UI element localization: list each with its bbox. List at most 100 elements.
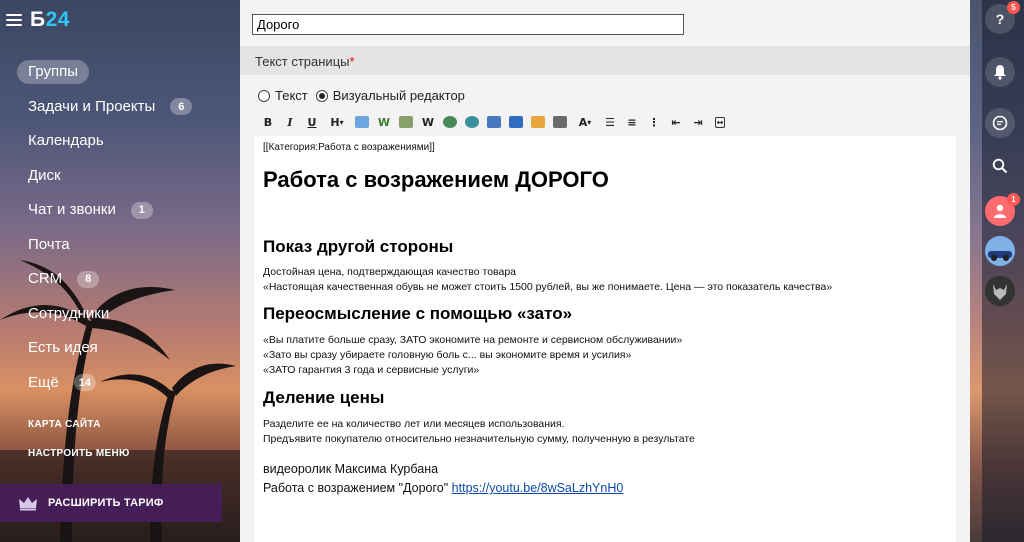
picture-button[interactable]: [506, 112, 526, 132]
table-icon: [399, 116, 413, 128]
page-text-label: Текст страницы: [255, 54, 350, 69]
nav-label: Чат и звонки: [28, 201, 116, 219]
youtube-link[interactable]: https://youtu.be/8wSaLzhYnH0: [452, 481, 624, 495]
nav-item-more[interactable]: Ещё 14: [17, 366, 217, 401]
page-title-input[interactable]: [252, 14, 684, 35]
main-scrollbar[interactable]: [970, 0, 982, 542]
contact-avatar-wolf[interactable]: [985, 276, 1015, 306]
video-line: Работа с возражением "Дорого" https://yo…: [263, 479, 947, 498]
help-icon: ?: [995, 11, 1005, 27]
text-size-button[interactable]: A ▾: [572, 112, 598, 132]
image-button[interactable]: [440, 112, 460, 132]
crown-icon: [19, 497, 37, 511]
section-title-price-split: Деление цены: [263, 388, 385, 407]
user-avatar-button[interactable]: 1: [985, 193, 1020, 226]
paragraph: «Зато вы сразу убираете головную боль с.…: [263, 349, 632, 361]
tasks-counter-badge: 6: [170, 98, 193, 116]
subscript-button[interactable]: W: [418, 112, 438, 132]
heading-dropdown[interactable]: H ▾: [324, 112, 350, 132]
logo-row: Б24: [6, 8, 70, 32]
nav-label: Календарь: [28, 132, 104, 150]
link-icon: [355, 116, 369, 128]
nav-item-tasks[interactable]: Задачи и Проекты 6: [17, 90, 217, 125]
article-title: Работа с возражением ДОРОГО: [263, 167, 609, 192]
sitemap-link[interactable]: КАРТА САЙТА: [28, 419, 101, 430]
text-size-label: A: [578, 115, 588, 129]
section-title-other-side: Показ другой стороны: [263, 237, 454, 256]
required-mark: *: [349, 54, 355, 69]
bullet-list-button[interactable]: ⋮: [644, 112, 664, 132]
nav-item-employees[interactable]: Сотрудники: [17, 297, 217, 332]
visual-editor-area[interactable]: [[Категория:Работа с возражениями]] Рабо…: [254, 136, 956, 542]
help-button[interactable]: ? 5: [985, 1, 1020, 34]
italic-button[interactable]: I: [280, 112, 300, 132]
nav-label: Почта: [28, 235, 70, 253]
bold-button[interactable]: B: [258, 112, 278, 132]
video-button[interactable]: [462, 112, 482, 132]
bell-icon: [994, 65, 1006, 80]
section-title-zato: Переосмысление с помощью «зато»: [263, 304, 573, 323]
file-button[interactable]: [484, 112, 504, 132]
video-caption: видеоролик Максима Курбана: [263, 462, 439, 476]
radio-icon: [258, 89, 270, 102]
indent-button[interactable]: ⇥: [688, 112, 708, 132]
picture-icon: [509, 116, 523, 128]
outdent-button[interactable]: ⇤: [666, 112, 686, 132]
heading-label: H: [330, 115, 340, 129]
nav-item-calendar[interactable]: Календарь: [17, 124, 217, 159]
frame-button[interactable]: [528, 112, 548, 132]
car-avatar-icon: [985, 236, 1015, 266]
source-code-button[interactable]: ↔: [710, 112, 730, 132]
wolf-avatar-icon: [985, 276, 1015, 306]
contact-avatar-car[interactable]: [985, 236, 1015, 266]
text-size-arrow-icon: ▾: [587, 117, 592, 127]
configure-menu-link[interactable]: НАСТРОИТЬ МЕНЮ: [28, 448, 130, 459]
nav-item-mail[interactable]: Почта: [17, 228, 217, 263]
wiki-link-button[interactable]: [352, 112, 372, 132]
paragraph: «Настоящая качественная обувь не может с…: [263, 281, 833, 293]
mode-visual-radio[interactable]: Визуальный редактор: [315, 88, 465, 103]
user-badge: 1: [1007, 193, 1020, 206]
bitrix24-logo[interactable]: Б24: [30, 8, 70, 32]
messenger-button[interactable]: [985, 108, 1015, 138]
nav-label: Ещё: [28, 373, 59, 391]
nav-item-disk[interactable]: Диск: [17, 159, 217, 194]
user-icon: [994, 204, 1006, 218]
search-button[interactable]: [985, 151, 1015, 181]
table-button[interactable]: [396, 112, 416, 132]
paint-button[interactable]: [550, 112, 570, 132]
mode-text-label: Текст: [275, 88, 308, 103]
nav-label: CRM: [28, 270, 63, 288]
mode-text-radio[interactable]: Текст: [258, 88, 308, 103]
upgrade-plan-button[interactable]: РАСШИРИТЬ ТАРИФ: [0, 484, 222, 522]
editor-mode-switch: Текст Визуальный редактор: [258, 88, 465, 103]
file-icon: [487, 116, 501, 128]
page-edit-panel: Текст страницы* Текст Визуальный редакто…: [240, 0, 970, 542]
paragraph: Достойная цена, подтверждающая качество …: [263, 266, 517, 278]
underline-button[interactable]: U: [302, 112, 322, 132]
image-icon: [443, 116, 457, 128]
paragraph: «Вы платите больше сразу, ЗАТО экономите…: [263, 334, 683, 346]
nav-label: Сотрудники: [28, 304, 110, 322]
wiki-markup-button[interactable]: W: [374, 112, 394, 132]
align-button[interactable]: ☰: [600, 112, 620, 132]
hamburger-menu-icon[interactable]: [6, 14, 22, 26]
nav-item-idea[interactable]: Есть идея: [17, 331, 217, 366]
paint-icon: [553, 116, 567, 128]
paragraph: Предъявите покупателю относительно незна…: [263, 433, 695, 445]
nav-item-chat[interactable]: Чат и звонки 1: [17, 193, 217, 228]
upgrade-plan-label: РАСШИРИТЬ ТАРИФ: [48, 497, 164, 509]
help-badge: 5: [1007, 1, 1020, 14]
paragraph: Разделите ее на количество лет или месяц…: [263, 418, 565, 430]
frame-icon: [531, 116, 545, 128]
numbered-list-button[interactable]: ≡: [622, 112, 642, 132]
chat-icon: [992, 115, 1008, 131]
notifications-button[interactable]: [985, 57, 1015, 87]
nav-item-groups[interactable]: Группы: [17, 55, 217, 90]
crm-counter-badge: 8: [77, 270, 100, 288]
page-text-section-header: Текст страницы*: [240, 46, 970, 75]
search-icon: [992, 158, 1008, 174]
nav-label: Группы: [17, 60, 89, 85]
nav-item-crm[interactable]: CRM 8: [17, 262, 217, 297]
nav-label: Есть идея: [28, 339, 98, 357]
